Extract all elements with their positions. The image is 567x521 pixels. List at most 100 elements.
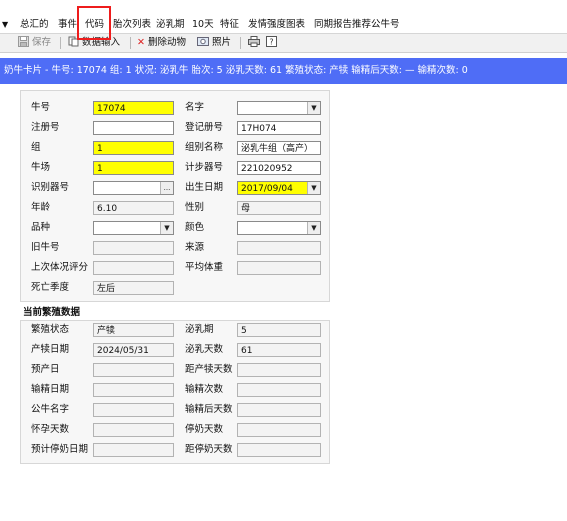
dry-days-field	[237, 423, 321, 437]
group-name-field[interactable]: 泌乳牛组（高产）	[237, 141, 321, 155]
chevron-down-icon[interactable]: ▼	[307, 222, 320, 234]
lact-period-field: 5	[237, 323, 321, 337]
cow-no-label: 牛号	[31, 102, 51, 113]
old-no-label: 旧牛号	[31, 242, 60, 253]
days-to-dry-label: 距停奶天数	[185, 444, 233, 455]
menu-heat-intensity-chart[interactable]: 发情强度图表	[248, 18, 305, 31]
photo-label: 照片	[212, 37, 232, 48]
name-label: 名字	[185, 102, 205, 113]
dim-field: 61	[237, 343, 321, 357]
insem-count-label: 输精次数	[185, 384, 224, 395]
menu-dropdown-arrow-icon[interactable]: ▼	[2, 18, 8, 31]
age-label: 年龄	[31, 202, 51, 213]
svg-text:?: ?	[269, 38, 273, 47]
lact-period-label: 泌乳期	[185, 324, 214, 335]
printer-icon	[248, 36, 260, 47]
last-bcs-label: 上次体况评分	[31, 262, 89, 273]
due-date-field	[93, 363, 174, 377]
farm-label: 牛场	[31, 162, 51, 173]
source-field	[237, 241, 321, 255]
repro-status-label: 繁殖状态	[31, 324, 70, 335]
birth-date-label: 出生日期	[185, 182, 224, 193]
last-bcs-field	[93, 261, 174, 275]
menu-events[interactable]: 事件	[58, 18, 77, 31]
banner-text: 奶牛卡片 - 牛号: 17074 组: 1 状况: 泌乳牛 胎次: 5 泌乳天数…	[4, 65, 468, 76]
cow-card-banner: 奶牛卡片 - 牛号: 17074 组: 1 状况: 泌乳牛 胎次: 5 泌乳天数…	[0, 58, 567, 84]
save-button[interactable]: 保存	[18, 36, 51, 50]
old-no-field	[93, 241, 174, 255]
menu-features[interactable]: 特征	[220, 18, 239, 31]
days-to-calving-label: 距产犊天数	[185, 364, 233, 375]
calving-date-label: 产犊日期	[31, 344, 70, 355]
menu-summary[interactable]: 总汇的	[20, 18, 49, 31]
photo-icon	[197, 37, 209, 46]
sex-label: 性别	[185, 202, 205, 213]
menu-lactation-period[interactable]: 泌乳期	[156, 18, 185, 31]
age-field: 6.10	[93, 201, 174, 215]
highlight-box	[77, 6, 111, 40]
menu-lactation-list[interactable]: 胎次列表	[113, 18, 151, 31]
save-label: 保存	[32, 37, 52, 48]
delete-x-icon: ✕	[137, 37, 145, 48]
pedometer-label: 计步器号	[185, 162, 224, 173]
repro-section-title: 当前繁殖数据	[23, 307, 81, 318]
group-field[interactable]: 1	[93, 141, 174, 155]
pedometer-field[interactable]: 221020952	[237, 161, 321, 175]
print-button[interactable]	[248, 36, 260, 50]
ellipsis-button[interactable]: ...	[160, 182, 173, 194]
calving-date-field: 2024/05/31	[93, 343, 174, 357]
preg-days-label: 怀孕天数	[31, 424, 70, 435]
toolbar-separator	[130, 37, 131, 49]
avg-weight-field	[237, 261, 321, 275]
reg-no-field[interactable]	[93, 121, 174, 135]
insem-count-field	[237, 383, 321, 397]
color-label: 颜色	[185, 222, 205, 233]
reg-book-no-label: 登记册号	[185, 122, 224, 133]
insem-date-label: 输精日期	[31, 384, 70, 395]
chevron-down-icon[interactable]: ▼	[307, 102, 320, 114]
sex-field: 母	[237, 201, 321, 215]
delete-animal-button[interactable]: ✕ 删除动物	[137, 36, 186, 50]
id-tag-field[interactable]: ...	[93, 181, 174, 195]
photo-button[interactable]: 照片	[197, 36, 231, 50]
birth-date-picker[interactable]: 2017/09/04 ▼	[237, 181, 321, 195]
dim-label: 泌乳天数	[185, 344, 224, 355]
days-to-calving-field	[237, 363, 321, 377]
exp-dry-date-label: 预计停奶日期	[31, 444, 89, 455]
source-label: 来源	[185, 242, 205, 253]
days-after-insem-field	[237, 403, 321, 417]
days-to-dry-field	[237, 443, 321, 457]
delete-animal-label: 删除动物	[148, 37, 187, 48]
menu-10-days[interactable]: 10天	[192, 18, 214, 31]
insem-date-field	[93, 383, 174, 397]
group-label: 组	[31, 142, 41, 153]
breed-label: 品种	[31, 222, 51, 233]
birth-date-value: 2017/09/04	[241, 184, 293, 194]
bull-name-field	[93, 403, 174, 417]
chevron-down-icon[interactable]: ▼	[160, 222, 173, 234]
avg-weight-label: 平均体重	[185, 262, 224, 273]
toolbar-separator	[60, 37, 61, 49]
color-select[interactable]: ▼	[237, 221, 321, 235]
death-season-label: 死亡季度	[31, 282, 70, 293]
name-select[interactable]: ▼	[237, 101, 321, 115]
reg-book-no-field[interactable]: 17H074	[237, 121, 321, 135]
due-date-label: 预产日	[31, 364, 60, 375]
id-tag-label: 识别器号	[31, 182, 70, 193]
reg-no-label: 注册号	[31, 122, 60, 133]
cow-no-field[interactable]: 17074	[93, 101, 174, 115]
chevron-down-icon[interactable]: ▼	[307, 182, 320, 194]
group-name-label: 组别名称	[185, 142, 224, 153]
dry-days-label: 停奶天数	[185, 424, 224, 435]
bull-name-label: 公牛名字	[31, 404, 70, 415]
farm-field[interactable]: 1	[93, 161, 174, 175]
death-season-field: 左后	[93, 281, 174, 295]
repro-status-field: 产犊	[93, 323, 174, 337]
save-icon	[18, 36, 29, 47]
help-button[interactable]: ?	[266, 36, 277, 50]
days-after-insem-label: 输精后天数	[185, 404, 233, 415]
breed-select[interactable]: ▼	[93, 221, 174, 235]
exp-dry-date-field	[93, 443, 174, 457]
menu-sync-report-bulls[interactable]: 同期报告推荐公牛号	[314, 18, 400, 31]
toolbar-separator	[240, 37, 241, 49]
